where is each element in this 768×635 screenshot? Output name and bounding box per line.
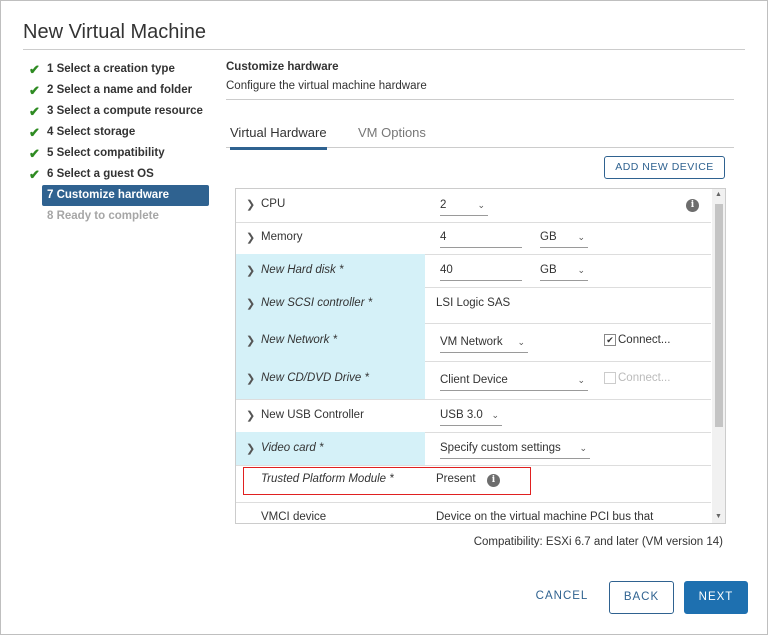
content-heading: Customize hardware [226, 61, 339, 73]
chevron-right-icon[interactable]: ❯ [246, 409, 255, 422]
tab-vm-options[interactable]: VM Options [358, 125, 426, 147]
memory-unit-select[interactable]: GB ⌄ [540, 228, 588, 248]
cdrom-value: Client Device [440, 374, 508, 386]
hw-label-network: New Network * [261, 334, 338, 346]
chevron-right-icon[interactable]: ❯ [246, 442, 255, 455]
hw-label-cpu: CPU [261, 198, 286, 210]
hw-label-memory: Memory [261, 231, 303, 243]
check-icon: ✔ [29, 125, 40, 140]
hw-row-cdrom[interactable]: ❯ New CD/DVD Drive * Client Device ⌄ Con… [236, 361, 711, 400]
network-value: VM Network [440, 336, 503, 348]
back-button[interactable]: BACK [609, 581, 674, 614]
chevron-down-icon: ⌄ [517, 337, 525, 347]
check-icon: ✔ [29, 167, 40, 182]
hard-disk-unit: GB [540, 264, 557, 276]
step-label: 6 Select a guest OS [47, 168, 154, 180]
hw-row-scsi[interactable]: ❯ New SCSI controller * LSI Logic SAS [236, 287, 711, 324]
step-2[interactable]: ✔ 2 Select a name and folder [29, 80, 209, 101]
step-label: 5 Select compatibility [47, 147, 165, 159]
step-label: 8 Ready to complete [47, 210, 159, 222]
hw-row-video[interactable]: ❯ Video card * Specify custom settings ⌄ [236, 432, 711, 466]
content-subheading: Configure the virtual machine hardware [226, 80, 427, 92]
check-icon: ✔ [29, 104, 40, 119]
cancel-button[interactable]: CANCEL [523, 581, 601, 612]
content-divider [226, 99, 734, 100]
hard-disk-unit-select[interactable]: GB ⌄ [540, 261, 588, 281]
step-4[interactable]: ✔ 4 Select storage [29, 122, 209, 143]
compatibility-text: Compatibility: ESXi 6.7 and later (VM ve… [473, 536, 723, 548]
network-select[interactable]: VM Network ⌄ [440, 333, 528, 353]
dialog-title: New Virtual Machine [23, 21, 207, 43]
tab-bar: Virtual Hardware VM Options [226, 119, 734, 150]
chevron-down-icon: ⌄ [491, 410, 499, 420]
step-label: 3 Select a compute resource [47, 105, 203, 117]
cpu-select[interactable]: 2 ⌄ [440, 196, 488, 216]
hw-row-cpu[interactable]: ❯ CPU 2 ⌄ i [236, 189, 711, 223]
chevron-down-icon: ⌄ [477, 200, 485, 210]
info-icon[interactable]: i [686, 199, 699, 212]
title-divider [23, 49, 745, 50]
hw-label-scsi: New SCSI controller * [261, 297, 373, 309]
hw-label-hard-disk: New Hard disk * [261, 264, 344, 276]
chevron-right-icon[interactable]: ❯ [246, 297, 255, 310]
hw-row-network[interactable]: ❯ New Network * VM Network ⌄ ✔ Connect..… [236, 323, 711, 362]
usb-select[interactable]: USB 3.0 ⌄ [440, 406, 502, 426]
cdrom-connect-label: Connect... [618, 372, 671, 384]
vmci-value: Device on the virtual machine PCI bus th… [436, 511, 654, 523]
network-connect-label: Connect... [618, 334, 671, 346]
hw-row-usb[interactable]: ❯ New USB Controller USB 3.0 ⌄ [236, 399, 711, 433]
hw-row-vmci[interactable]: VMCI device Device on the virtual machin… [236, 502, 711, 523]
hw-row-hard-disk[interactable]: ❯ New Hard disk * 40 GB ⌄ [236, 254, 711, 288]
memory-input[interactable]: 4 [440, 228, 522, 248]
network-connect-checkbox[interactable]: ✔ [604, 334, 616, 346]
hw-label-video: Video card * [261, 442, 324, 454]
chevron-down-icon: ⌄ [577, 265, 585, 275]
hardware-scrollbar[interactable]: ▲ ▼ [712, 189, 725, 523]
hw-row-memory[interactable]: ❯ Memory 4 GB ⌄ [236, 222, 711, 255]
chevron-down-icon: ⌄ [577, 232, 585, 242]
scroll-down-arrow-icon[interactable]: ▼ [712, 511, 725, 523]
cpu-value: 2 [440, 199, 447, 211]
step-label: 2 Select a name and folder [47, 84, 193, 96]
scsi-value: LSI Logic SAS [436, 297, 511, 309]
chevron-down-icon: ⌄ [577, 375, 585, 385]
step-label: 4 Select storage [47, 126, 136, 138]
chevron-right-icon[interactable]: ❯ [246, 334, 255, 347]
video-select[interactable]: Specify custom settings ⌄ [440, 439, 590, 459]
chevron-down-icon: ⌄ [579, 443, 587, 453]
hard-disk-size-input[interactable]: 40 [440, 261, 522, 281]
hw-label-cdrom: New CD/DVD Drive * [261, 372, 369, 384]
step-label: 7 Customize hardware [47, 189, 170, 201]
scroll-thumb[interactable] [715, 204, 723, 427]
step-7-active[interactable]: 7 Customize hardware [42, 185, 209, 206]
step-1[interactable]: ✔ 1 Select a creation type [29, 59, 209, 80]
check-icon: ✔ [29, 83, 40, 98]
cdrom-select[interactable]: Client Device ⌄ [440, 371, 588, 391]
tab-virtual-hardware[interactable]: Virtual Hardware [230, 125, 327, 150]
step-5[interactable]: ✔ 5 Select compatibility [29, 143, 209, 164]
video-value: Specify custom settings [440, 442, 561, 454]
new-vm-dialog: New Virtual Machine ✔ 1 Select a creation… [0, 0, 768, 635]
usb-value: USB 3.0 [440, 409, 483, 421]
chevron-right-icon[interactable]: ❯ [246, 372, 255, 385]
hw-label-usb: New USB Controller [261, 409, 364, 421]
chevron-right-icon[interactable]: ❯ [246, 198, 255, 211]
chevron-right-icon[interactable]: ❯ [246, 264, 255, 277]
next-button[interactable]: NEXT [684, 581, 748, 614]
hw-label-vmci: VMCI device [261, 511, 327, 523]
tpm-highlight-annotation [243, 467, 531, 495]
cdrom-connect-checkbox[interactable] [604, 372, 616, 384]
check-icon: ✔ [29, 146, 40, 161]
wizard-steps: ✔ 1 Select a creation type ✔ 2 Select a na… [29, 59, 209, 227]
scroll-up-arrow-icon[interactable]: ▲ [712, 189, 725, 201]
step-3[interactable]: ✔ 3 Select a compute resource [29, 101, 209, 122]
chevron-right-icon[interactable]: ❯ [246, 231, 255, 244]
step-label: 1 Select a creation type [47, 63, 175, 75]
memory-unit: GB [540, 231, 557, 243]
content-header: Customize hardware Configure the virtual… [226, 61, 734, 100]
step-8: 8 Ready to complete [29, 206, 209, 227]
add-new-device-button[interactable]: ADD NEW DEVICE [604, 156, 725, 179]
step-6[interactable]: ✔ 6 Select a guest OS [29, 164, 209, 185]
check-icon: ✔ [29, 62, 40, 77]
